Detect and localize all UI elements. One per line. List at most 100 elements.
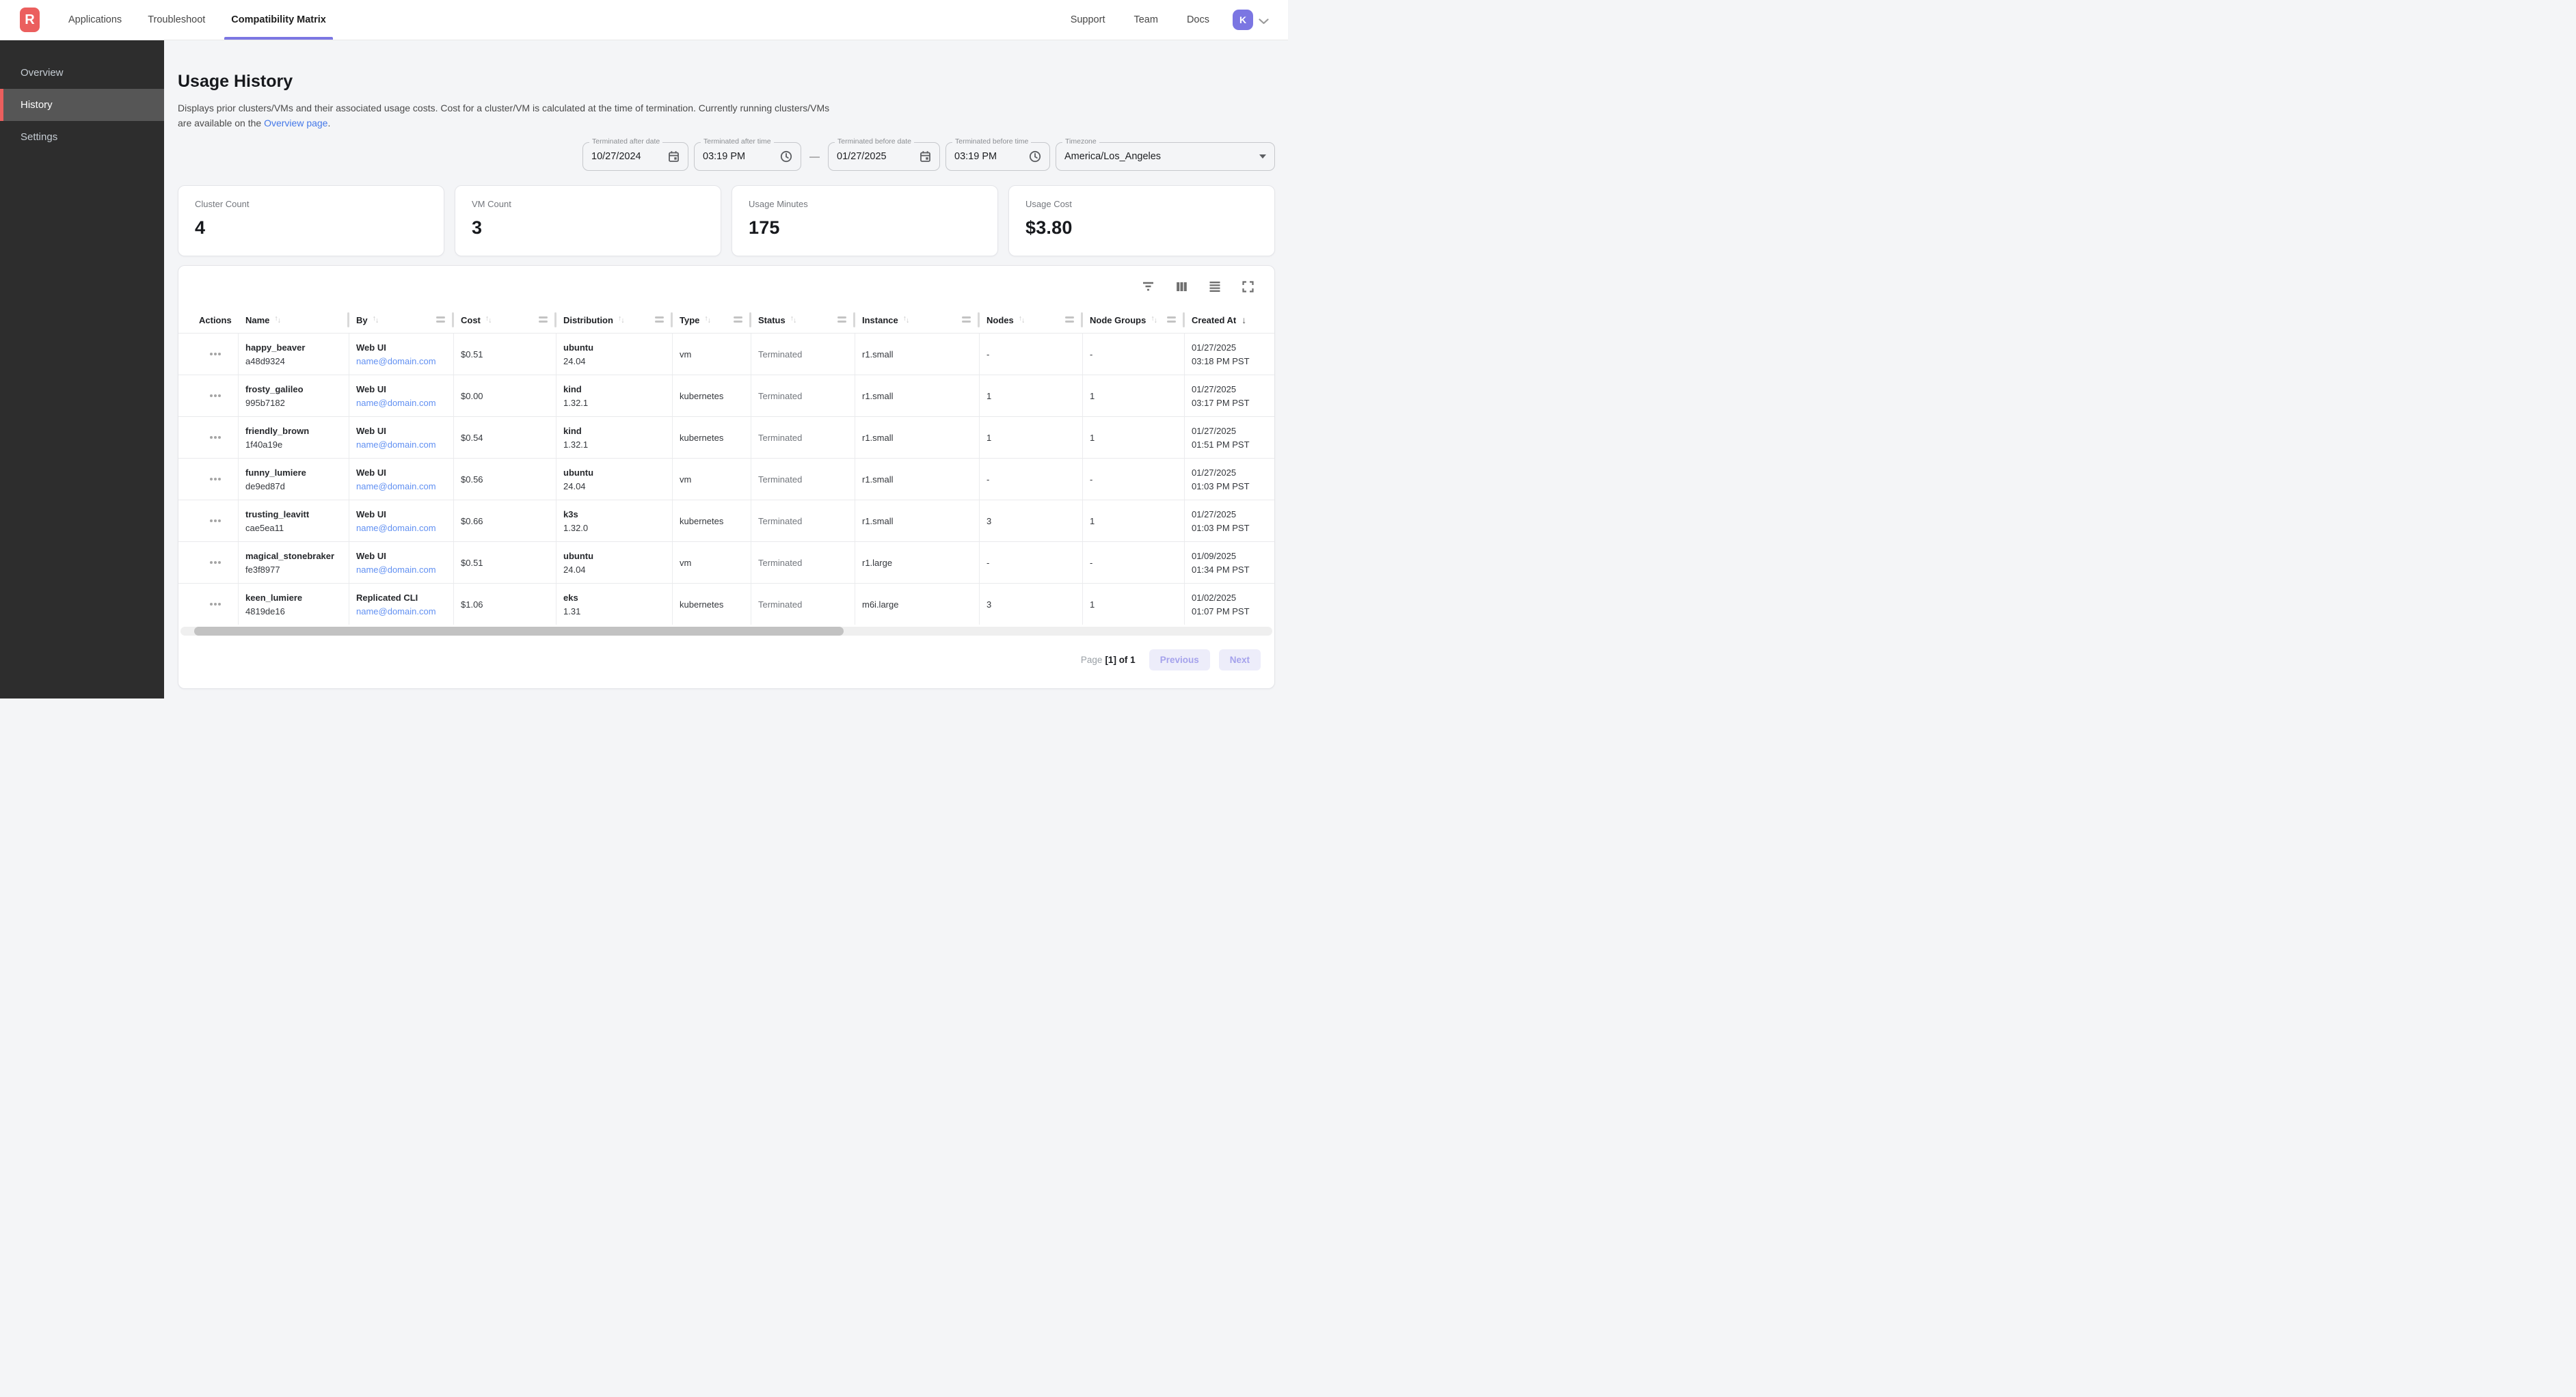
calendar-icon[interactable] [920,150,931,163]
creator-email-link[interactable]: name@domain.com [356,606,448,616]
creator-email-link[interactable]: name@domain.com [356,565,448,575]
nav-link-docs[interactable]: Docs [1187,14,1209,25]
nodes-value: - [987,349,1077,360]
next-page-button[interactable]: Next [1219,649,1261,670]
nav-link-support[interactable]: Support [1071,14,1105,25]
column-menu-icon[interactable] [1065,316,1074,318]
row-actions-button[interactable] [209,597,222,611]
horizontal-scrollbar[interactable] [180,627,1272,636]
chevron-down-icon[interactable] [1259,18,1269,25]
sidebar-item-settings[interactable]: Settings [0,121,164,153]
row-actions-button[interactable] [209,472,222,486]
previous-page-button[interactable]: Previous [1149,649,1210,670]
cell-status: Terminated [751,459,855,500]
terminated-before-date-input[interactable]: Terminated before date 01/27/2025 [828,142,940,171]
terminated-after-time-input[interactable]: Terminated after time 03:19 PM [694,142,801,171]
cell-by: Web UI name@domain.com [349,375,454,416]
node-groups-value: - [1090,349,1179,360]
column-header-by[interactable]: By ↑↓ [349,307,454,333]
density-button[interactable] [1207,280,1222,294]
column-menu-icon[interactable] [539,316,548,318]
timezone-select[interactable]: Timezone America/Los_Angeles [1056,142,1275,171]
terminated-before-time-input[interactable]: Terminated before time 03:19 PM [945,142,1050,171]
nav-tab-troubleshoot[interactable]: Troubleshoot [148,0,205,40]
nav-tab-applications[interactable]: Applications [68,0,122,40]
cell-distribution: ubuntu 24.04 [556,459,673,500]
column-header-actions: Actions [192,307,239,333]
cell-name: funny_lumiere de9ed87d [239,459,349,500]
user-avatar[interactable]: K [1233,10,1253,30]
cell-actions [192,500,239,541]
cell-actions [192,417,239,458]
column-header-node-groups[interactable]: Node Groups ↑↓ [1083,307,1185,333]
top-nav: R Applications Troubleshoot Compatibility … [0,0,1288,40]
sidebar-item-overview[interactable]: Overview [0,57,164,89]
kebab-horizontal-icon [214,436,217,439]
clock-icon[interactable] [1029,150,1041,163]
column-header-cost[interactable]: Cost ↑↓ [454,307,556,333]
filter-button[interactable] [1140,280,1156,293]
column-menu-icon[interactable] [436,316,445,318]
column-header-distribution[interactable]: Distribution ↑↓ [556,307,673,333]
status-text: Terminated [758,433,849,443]
fullscreen-button[interactable] [1241,280,1255,294]
overview-page-link[interactable]: Overview page [264,118,327,128]
creator-email-link[interactable]: name@domain.com [356,356,448,366]
distribution-name: ubuntu [563,342,667,353]
columns-button[interactable] [1175,280,1189,294]
cell-actions [192,584,239,625]
cell-name: keen_lumiere 4819de16 [239,584,349,625]
nav-tab-compatibility-matrix[interactable]: Compatibility Matrix [231,0,326,40]
brand-logo[interactable]: R [20,8,40,32]
cluster-id: cae5ea11 [245,523,343,533]
cell-type: vm [673,334,751,375]
cell-status: Terminated [751,584,855,625]
sort-icon: ↑↓ [1019,316,1025,324]
column-header-status[interactable]: Status ↑↓ [751,307,855,333]
column-menu-icon[interactable] [962,316,971,318]
caret-down-icon[interactable] [1259,154,1266,159]
row-actions-button[interactable] [209,347,222,361]
creator-email-link[interactable]: name@domain.com [356,398,448,408]
type-value: kubernetes [680,599,745,610]
created-by: Web UI [356,384,448,394]
creator-email-link[interactable]: name@domain.com [356,481,448,491]
cell-type: kubernetes [673,584,751,625]
node-groups-value: 1 [1090,433,1179,443]
column-menu-icon[interactable] [734,316,742,318]
row-actions-button[interactable] [209,514,222,528]
nav-link-team[interactable]: Team [1133,14,1157,25]
row-actions-button[interactable] [209,431,222,444]
column-header-type[interactable]: Type ↑↓ [673,307,751,333]
cell-by: Web UI name@domain.com [349,459,454,500]
calendar-icon[interactable] [668,150,680,163]
column-header-created-at[interactable]: Created At ↓ [1185,307,1274,333]
kebab-horizontal-icon [214,519,217,522]
column-header-nodes[interactable]: Nodes ↑↓ [980,307,1083,333]
column-header-instance[interactable]: Instance ↑↓ [855,307,980,333]
creator-email-link[interactable]: name@domain.com [356,523,448,533]
column-label: Cost [461,315,481,325]
row-actions-button[interactable] [209,389,222,403]
column-menu-icon[interactable] [837,316,846,318]
row-actions-button[interactable] [209,556,222,569]
column-menu-icon[interactable] [655,316,664,318]
column-label: Actions [199,315,232,325]
density-icon [1209,281,1221,293]
creator-email-link[interactable]: name@domain.com [356,439,448,450]
instance-value: r1.large [862,558,974,568]
clock-icon[interactable] [780,150,792,163]
table-header-row: Actions Name ↑↓ By ↑↓ Cost ↑↓ Distributi… [178,307,1274,333]
scrollbar-thumb[interactable] [194,627,844,636]
cell-node-groups: - [1083,542,1185,583]
cell-status: Terminated [751,542,855,583]
column-label: Distribution [563,315,613,325]
nodes-value: - [987,558,1077,568]
page-label: Page [1081,655,1103,665]
nav-tabs: Applications Troubleshoot Compatibility Ma… [68,0,326,40]
sidebar-item-history[interactable]: History [0,89,164,121]
column-label: Created At [1192,315,1236,325]
column-menu-icon[interactable] [1167,316,1176,318]
column-header-name[interactable]: Name ↑↓ [239,307,349,333]
terminated-after-date-input[interactable]: Terminated after date 10/27/2024 [582,142,688,171]
